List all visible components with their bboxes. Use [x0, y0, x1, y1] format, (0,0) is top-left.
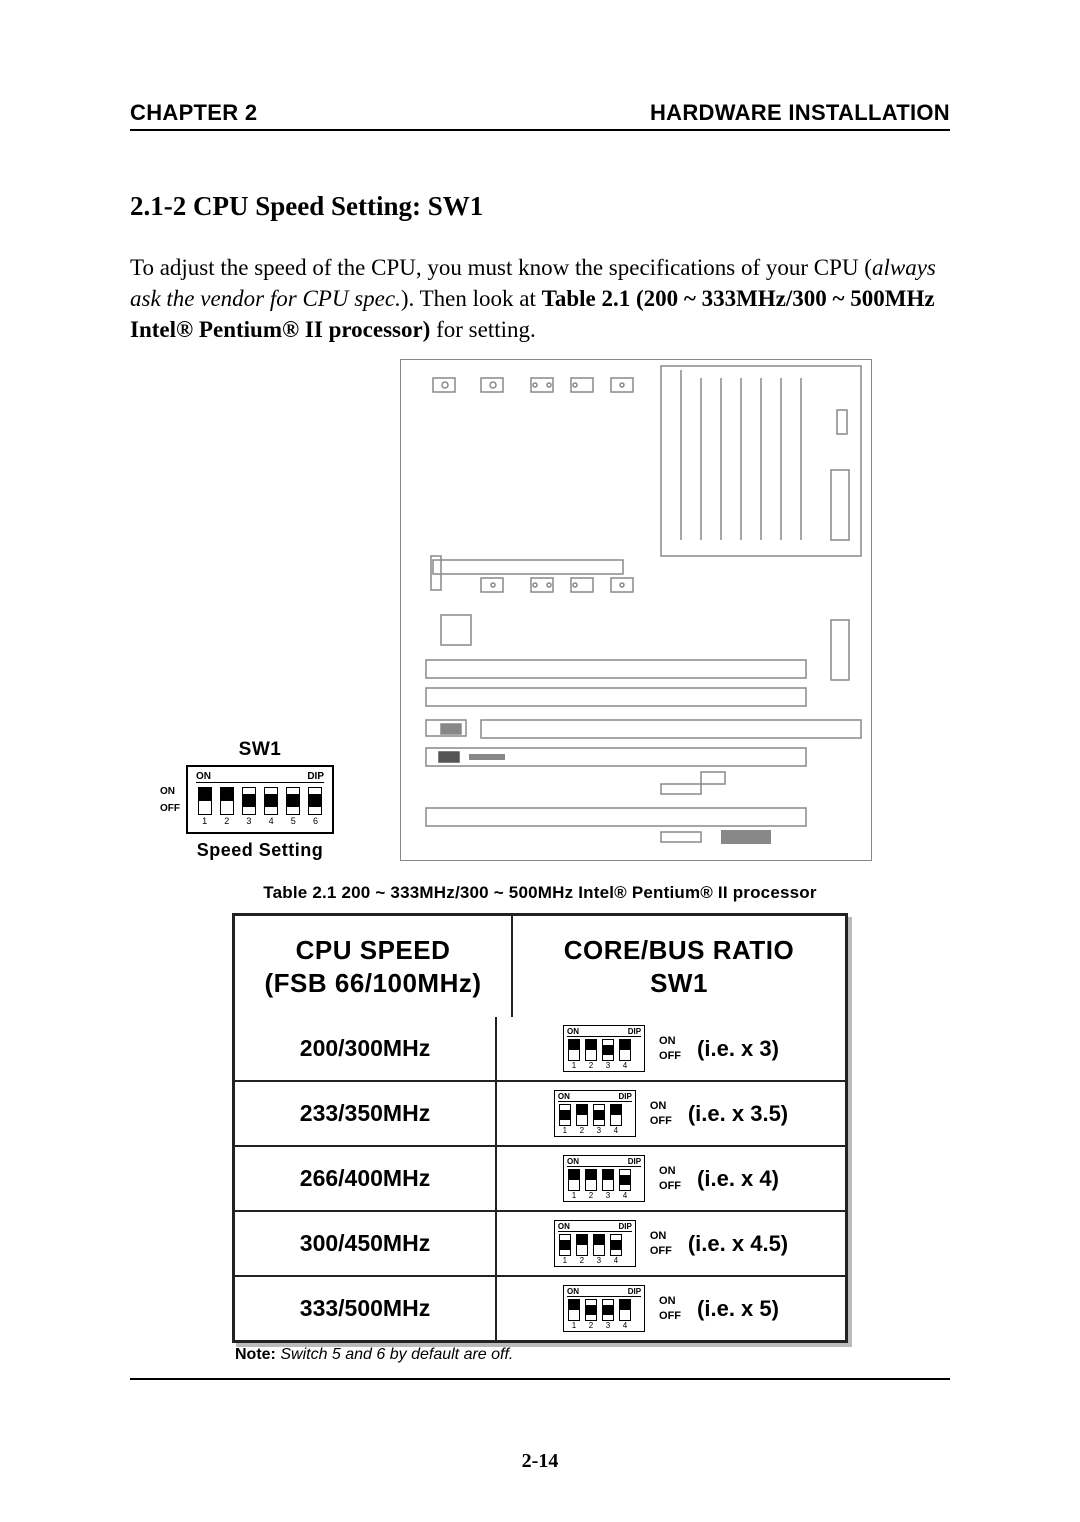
table-header-left: CPU SPEED (FSB 66/100MHz): [235, 916, 513, 1017]
bottom-rule: [130, 1378, 950, 1380]
mini-onoff-labels: ONOFF: [650, 1231, 672, 1257]
ratio-cell: ONDIP1234 ONOFF (i.e. x 4.5): [497, 1212, 845, 1275]
mini-dip-switch: ONDIP1234: [563, 1285, 645, 1332]
speed-table: CPU SPEED (FSB 66/100MHz) CORE/BUS RATIO…: [232, 913, 848, 1343]
dip-side-labels: ON OFF: [160, 783, 180, 817]
body-paragraph: To adjust the speed of the CPU, you must…: [130, 252, 950, 345]
ratio-label: (i.e. x 5): [697, 1296, 779, 1322]
ratio-cell: ONDIP1234 ONOFF (i.e. x 4): [497, 1147, 845, 1210]
ratio-cell: ONDIP1234 ONOFF (i.e. x 5): [497, 1277, 845, 1340]
ratio-cell: ONDIP1234 ONOFF (i.e. x 3): [497, 1017, 845, 1080]
dip-side-off: OFF: [160, 803, 180, 814]
mini-dip-switch: ONDIP1234: [554, 1220, 636, 1267]
mini-dip-switch: ONDIP1234: [563, 1025, 645, 1072]
dip-side-on: ON: [160, 786, 180, 797]
page-header: CHAPTER 2 HARDWARE INSTALLATION: [130, 100, 950, 131]
table-caption: Table 2.1 200 ~ 333MHz/300 ~ 500MHz Inte…: [130, 883, 950, 903]
table-row: 333/500MHz ONDIP1234 ONOFF (i.e. x 5): [235, 1275, 845, 1340]
note-text: Switch 5 and 6 by default are off.: [276, 1346, 513, 1363]
body-text-pre: To adjust the speed of the CPU, you must…: [130, 255, 872, 280]
dip-switch-3: 3: [240, 787, 257, 826]
dip-switch-5: 5: [285, 787, 302, 826]
table-note: Note: Switch 5 and 6 by default are off.: [235, 1346, 845, 1364]
mini-onoff-labels: ONOFF: [659, 1166, 681, 1192]
table-row: 233/350MHz ONDIP1234 ONOFF (i.e. x 3.5): [235, 1080, 845, 1145]
dip-top-labels: ON DIP: [196, 771, 324, 783]
speed-cell: 333/500MHz: [235, 1277, 497, 1340]
ratio-label: (i.e. x 3.5): [688, 1101, 788, 1127]
mini-dip-switch: ONDIP1234: [563, 1155, 645, 1202]
ratio-cell: ONDIP1234 ONOFF (i.e. x 3.5): [497, 1082, 845, 1145]
hardware-installation-label: HARDWARE INSTALLATION: [650, 100, 950, 129]
hdr-left-line2: (FSB 66/100MHz): [243, 967, 503, 1000]
sw1-dip-box: ON OFF ON DIP 123456: [186, 765, 334, 834]
speed-cell: 233/350MHz: [235, 1082, 497, 1145]
hdr-left-line1: CPU SPEED: [243, 934, 503, 967]
mini-dip-switch: ONDIP1234: [554, 1090, 636, 1137]
ratio-label: (i.e. x 4.5): [688, 1231, 788, 1257]
dip-switch-row: 123456: [194, 785, 326, 828]
dip-switch-1: 1: [196, 787, 213, 826]
body-text-mid: ). Then look at: [401, 286, 542, 311]
speed-cell: 266/400MHz: [235, 1147, 497, 1210]
figure-block: SW1 ON OFF ON DIP 123456 Speed Setting: [130, 359, 950, 861]
table-header-row: CPU SPEED (FSB 66/100MHz) CORE/BUS RATIO…: [235, 916, 845, 1017]
mini-onoff-labels: ONOFF: [659, 1296, 681, 1322]
dip-switch-4: 4: [263, 787, 280, 826]
speed-cell: 200/300MHz: [235, 1017, 497, 1080]
mini-onoff-labels: ONOFF: [650, 1101, 672, 1127]
dip-top-dip: DIP: [307, 771, 324, 782]
table-row: 200/300MHz ONDIP1234 ONOFF (i.e. x 3): [235, 1017, 845, 1080]
speed-cell: 300/450MHz: [235, 1212, 497, 1275]
sw1-title: SW1: [130, 739, 390, 761]
sw1-subtitle: Speed Setting: [130, 840, 390, 861]
note-label: Note:: [235, 1346, 276, 1363]
hdr-right-line2: SW1: [521, 967, 837, 1000]
table-row: 266/400MHz ONDIP1234 ONOFF (i.e. x 4): [235, 1145, 845, 1210]
body-text-post: for setting.: [430, 317, 535, 342]
hdr-right-line1: CORE/BUS RATIO: [521, 934, 837, 967]
sw1-panel: SW1 ON OFF ON DIP 123456 Speed Setting: [130, 739, 390, 861]
table-header-right: CORE/BUS RATIO SW1: [513, 916, 845, 1017]
motherboard-diagram: [400, 359, 872, 861]
ratio-label: (i.e. x 3): [697, 1036, 779, 1062]
section-title: 2.1-2 CPU Speed Setting: SW1: [130, 191, 950, 222]
mini-onoff-labels: ONOFF: [659, 1036, 681, 1062]
dip-switch-2: 2: [218, 787, 235, 826]
chapter-label: CHAPTER 2: [130, 100, 257, 129]
ratio-label: (i.e. x 4): [697, 1166, 779, 1192]
page-number: 2-14: [130, 1450, 950, 1473]
table-row: 300/450MHz ONDIP1234 ONOFF (i.e. x 4.5): [235, 1210, 845, 1275]
dip-switch-6: 6: [307, 787, 324, 826]
document-page: CHAPTER 2 HARDWARE INSTALLATION 2.1-2 CP…: [0, 0, 1080, 1522]
dip-top-on: ON: [196, 771, 211, 782]
